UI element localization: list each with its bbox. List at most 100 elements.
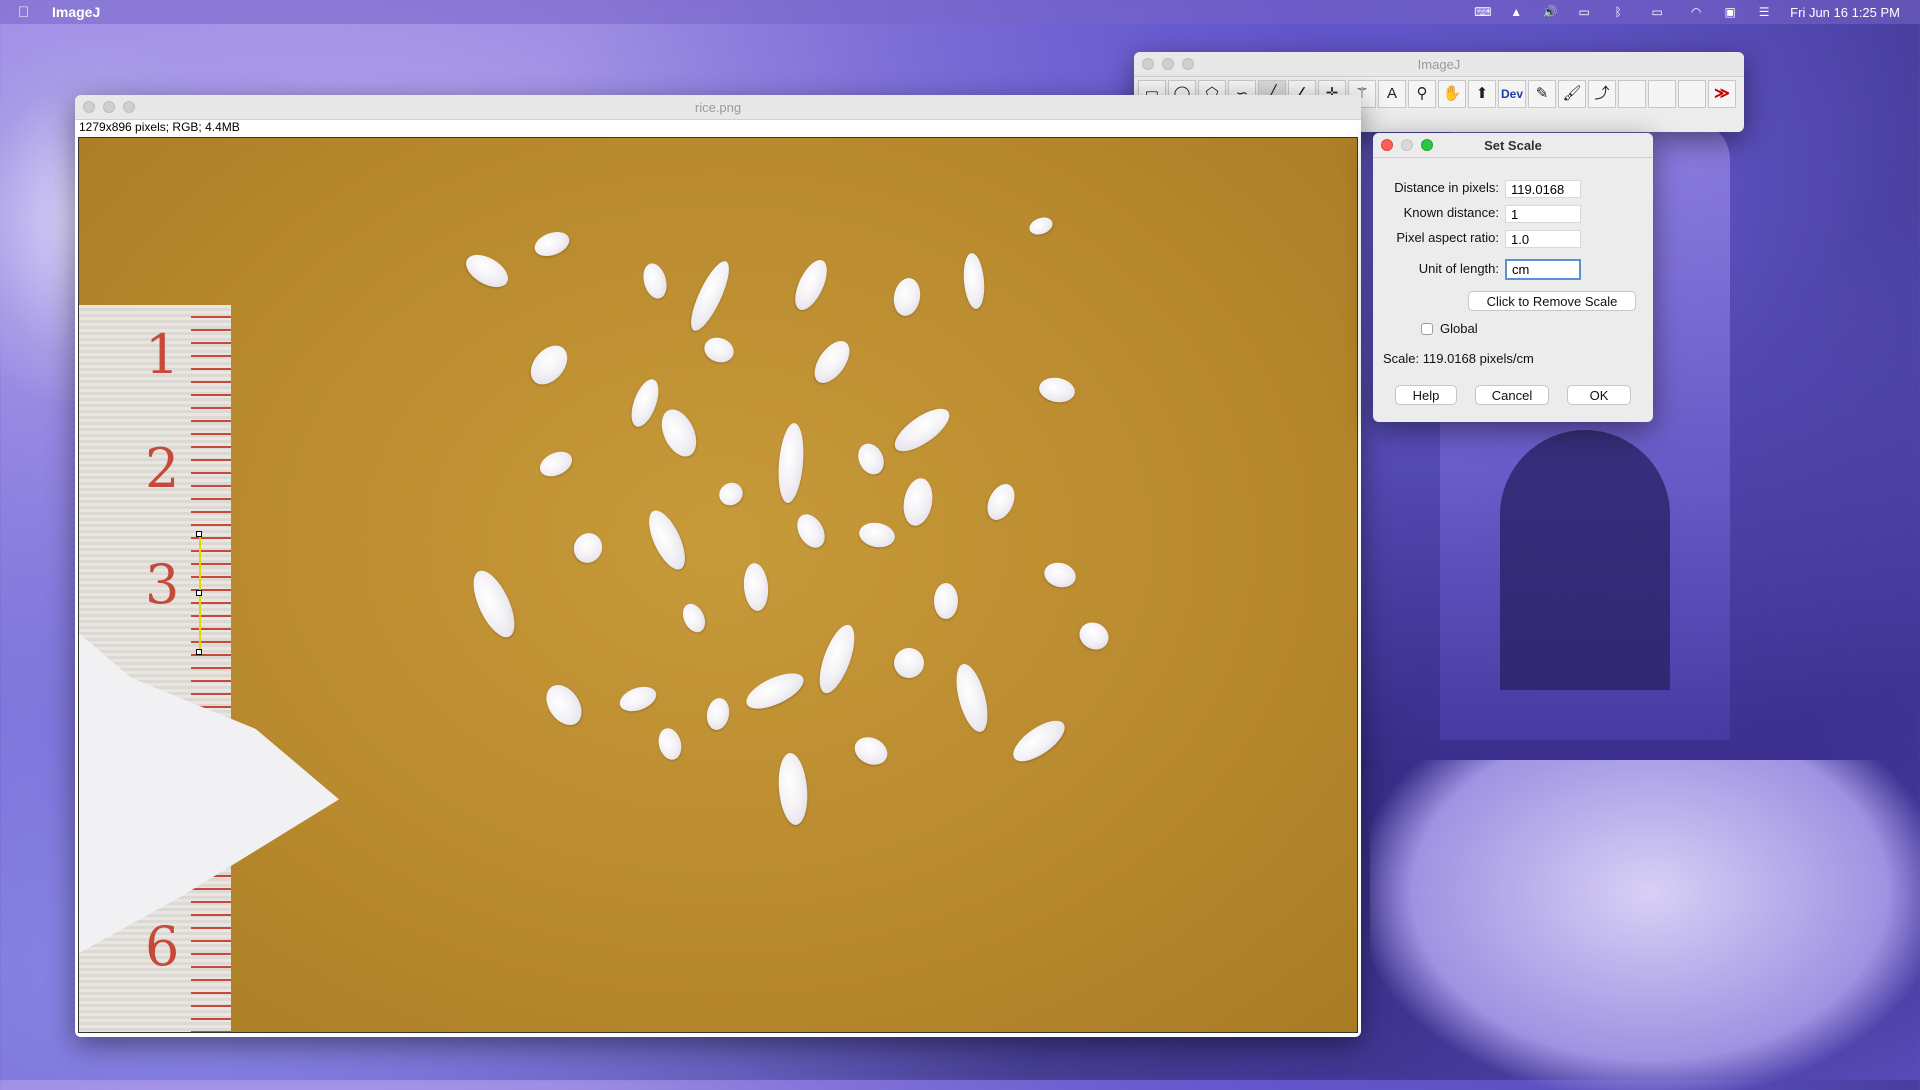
pencil-tool-icon[interactable]: ✎	[1528, 80, 1556, 108]
dialog-titlebar[interactable]: Set Scale	[1373, 133, 1653, 158]
empty-tool-slot[interactable]	[1648, 80, 1676, 108]
hand-tool-icon[interactable]: ✋	[1438, 80, 1466, 108]
rice-grain	[775, 422, 807, 504]
rice-grain	[465, 565, 523, 643]
selection-handle[interactable]	[196, 649, 202, 655]
global-checkbox[interactable]	[1421, 323, 1433, 335]
apple-menu-icon[interactable]: 	[18, 4, 34, 21]
rice-grain	[788, 255, 834, 315]
keyboard-icon[interactable]: ⌨	[1474, 5, 1491, 19]
toolbar-title: ImageJ	[1417, 57, 1461, 72]
rice-grain	[890, 276, 924, 318]
menu-bar:  ImageJ ⌨ ▲ 🔊 ▭ ᛒ ▭ ◠ ▣ ☰ Fri Jun 16 1:…	[0, 0, 1920, 24]
battery-icon[interactable]: ▭	[1644, 5, 1670, 19]
magnifier-tool-icon[interactable]: ⚲	[1408, 80, 1436, 108]
rice-grain	[853, 439, 889, 479]
rice-grain	[460, 248, 514, 294]
rice-grain	[683, 256, 737, 336]
app-menu-name[interactable]: ImageJ	[52, 4, 100, 20]
tape-number: 3	[145, 553, 180, 616]
selection-handle[interactable]	[196, 590, 202, 596]
image-info: 1279x896 pixels; RGB; 4.4MB	[79, 120, 240, 134]
empty-tool-slot[interactable]	[1618, 80, 1646, 108]
rice-grain	[934, 583, 958, 619]
rice-grain	[812, 620, 862, 698]
known-distance-label: Known distance:	[1403, 205, 1499, 220]
rice-grain	[888, 642, 930, 684]
rice-grain	[535, 446, 577, 482]
brush-tool-icon[interactable]: 🖌	[1558, 80, 1586, 108]
rice-grain	[639, 260, 671, 302]
text-tool-icon[interactable]: A	[1378, 80, 1406, 108]
rice-grain	[715, 478, 747, 510]
rice-grain	[523, 338, 575, 392]
rice-grain	[791, 509, 831, 553]
rice-grain	[775, 751, 811, 827]
menubar-clock[interactable]: Fri Jun 16 1:25 PM	[1790, 5, 1900, 20]
scale-readout: Scale: 119.0168 pixels/cm	[1383, 351, 1534, 366]
pipette-tool-icon[interactable]: ⤴	[1588, 80, 1616, 108]
rice-grain	[850, 732, 892, 770]
rice-grain	[857, 520, 897, 550]
rice-grain	[539, 678, 589, 732]
rice-grain	[531, 227, 573, 261]
rice-grain	[982, 479, 1020, 525]
selection-handle[interactable]	[196, 531, 202, 537]
rice-grain	[741, 666, 809, 716]
display-mirror-icon[interactable]: ▣	[1722, 5, 1738, 19]
rice-grain	[654, 404, 704, 462]
tape-number: 1	[145, 323, 180, 386]
dialog-title: Set Scale	[1484, 138, 1542, 153]
rice-grain	[655, 725, 685, 763]
known-distance-field[interactable]	[1505, 205, 1581, 223]
rice-grain	[950, 660, 994, 736]
distance-in-pixels-field[interactable]	[1505, 180, 1581, 198]
rice-grain	[678, 600, 710, 636]
wallpaper-arch	[1500, 430, 1670, 690]
rice-grain	[900, 475, 936, 529]
pixel-aspect-ratio-field[interactable]	[1505, 230, 1581, 248]
dropper-tool-icon[interactable]: ⬆	[1468, 80, 1496, 108]
wallpaper-cloud	[1370, 760, 1920, 1090]
rice-grain	[568, 528, 608, 568]
image-title: rice.png	[694, 100, 742, 115]
unit-of-length-label: Unit of length:	[1418, 261, 1499, 276]
rice-grain	[1006, 713, 1072, 769]
rice-grain	[616, 682, 660, 716]
distance-label: Distance in pixels:	[1394, 180, 1499, 195]
unit-of-length-field[interactable]	[1505, 259, 1581, 280]
help-button[interactable]: Help	[1395, 385, 1457, 405]
display-icon[interactable]: ▭	[1576, 5, 1592, 19]
tape-number: 6	[145, 915, 180, 978]
toolbar-titlebar[interactable]: ImageJ	[1134, 52, 1744, 77]
image-titlebar[interactable]: rice.png	[75, 95, 1361, 120]
image-canvas[interactable]: 1 2 3 6	[78, 137, 1358, 1033]
rice-grain	[1026, 214, 1056, 238]
global-label: Global	[1440, 321, 1478, 336]
tape-ticks	[191, 305, 231, 1032]
set-scale-dialog: Set Scale Distance in pixels: Known dist…	[1373, 133, 1653, 422]
control-center-icon[interactable]: ☰	[1756, 5, 1772, 19]
rice-grain	[704, 696, 732, 732]
rice-grain	[700, 333, 738, 367]
pixel-aspect-label: Pixel aspect ratio:	[1396, 230, 1499, 245]
rice-grain	[961, 252, 987, 310]
dev-menu-button[interactable]: Dev	[1498, 80, 1526, 108]
bluetooth-icon[interactable]: ᛒ	[1610, 5, 1626, 19]
volume-icon[interactable]: 🔊	[1542, 5, 1558, 19]
vlc-icon[interactable]: ▲	[1508, 5, 1524, 19]
status-area: ⌨ ▲ 🔊 ▭ ᛒ ▭ ◠ ▣ ☰ Fri Jun 16 1:25 PM	[1474, 0, 1900, 24]
wifi-icon[interactable]: ◠	[1688, 5, 1704, 19]
tape-number: 2	[145, 437, 180, 500]
empty-tool-slot[interactable]	[1678, 80, 1706, 108]
rice-grain	[741, 562, 771, 612]
rice-grain	[1037, 375, 1077, 405]
rice-grain	[888, 400, 956, 460]
cancel-button[interactable]: Cancel	[1475, 385, 1549, 405]
rice-grain	[626, 375, 664, 431]
rice-grain	[807, 334, 857, 390]
rice-grain	[1041, 559, 1079, 591]
remove-scale-button[interactable]: Click to Remove Scale	[1468, 291, 1636, 311]
ok-button[interactable]: OK	[1567, 385, 1631, 405]
more-tools-icon[interactable]: ≫	[1708, 80, 1736, 108]
